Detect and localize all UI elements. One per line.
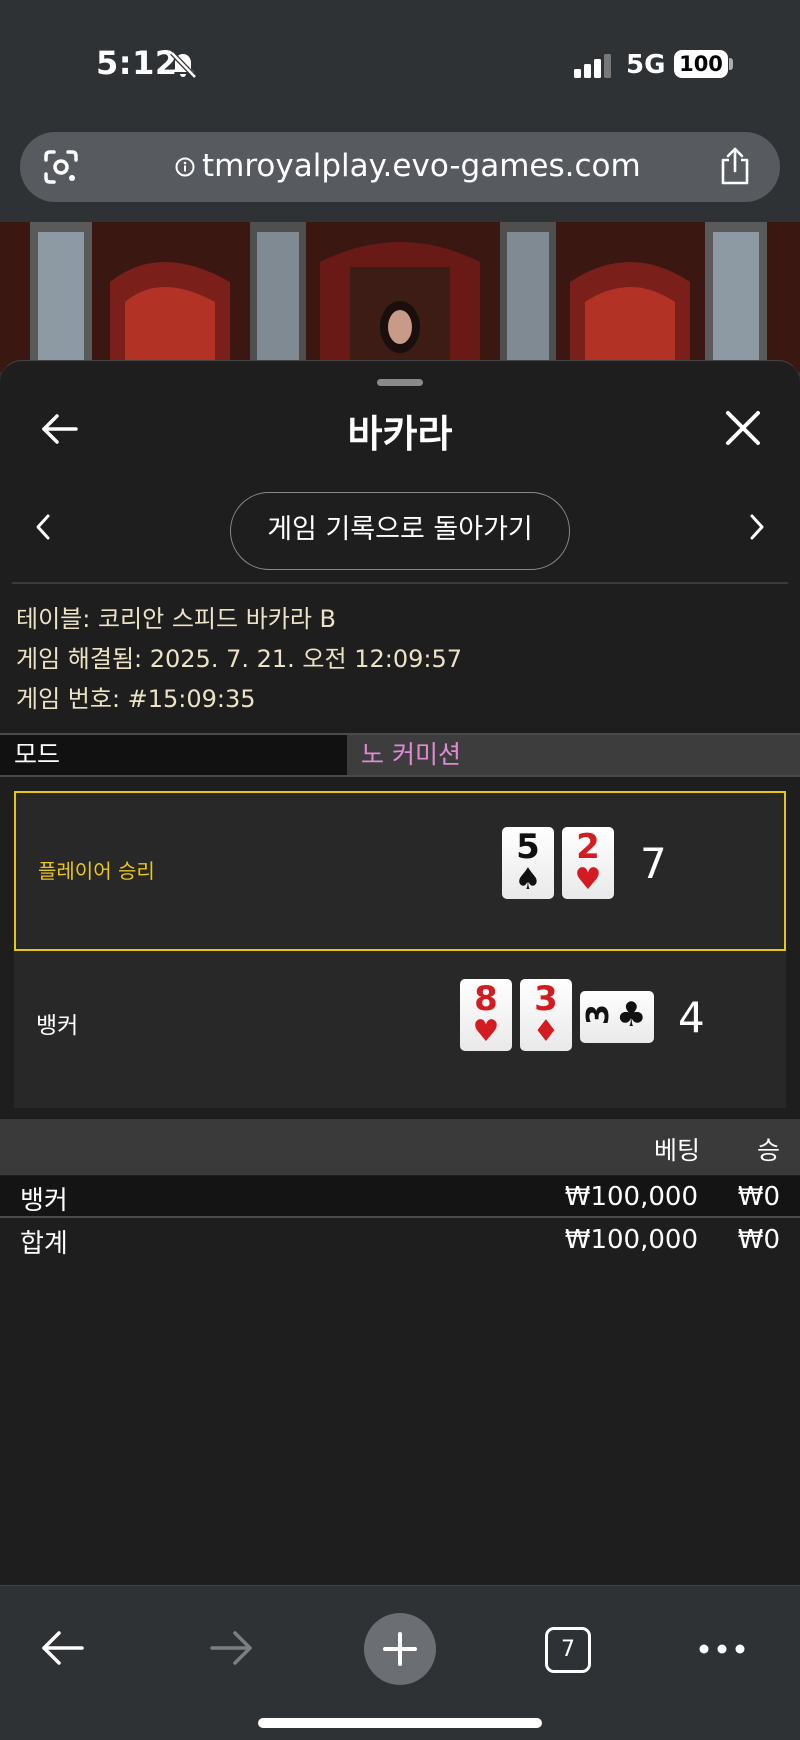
table-row-total: 합계 ₩100,000 ₩0 — [0, 1219, 800, 1261]
browser-toolbar: 7 — [0, 1585, 800, 1740]
game-detail-sheet: 바카라 게임 기록으로 돌아가기 테이블: 코리안 스피드 바카라 B 게임 해… — [0, 360, 800, 1585]
banker-card-3: 3 ♣ — [580, 991, 654, 1043]
bell-muted-icon — [170, 51, 197, 79]
player-win-label: 플레이어 승리 — [38, 859, 155, 883]
close-icon[interactable] — [724, 409, 762, 447]
resolved-time: 게임 해결됨: 2025. 7. 21. 오전 12:09:57 — [16, 645, 462, 673]
card-rank: 2 — [576, 827, 600, 867]
card-rank: 8 — [474, 979, 498, 1019]
screen: 5:12 5G 100 tmroyalplay.evo-games.com 바카… — [0, 0, 800, 1740]
home-indicator[interactable] — [258, 1718, 542, 1728]
bets-header: 베팅 승 — [0, 1119, 800, 1175]
player-total: 7 — [640, 839, 667, 888]
site-info-icon[interactable] — [175, 157, 195, 177]
player-card-1: 5 ♠ — [502, 827, 554, 899]
win-amount: ₩0 — [737, 1225, 780, 1255]
banker-card-2: 3 ♦ — [520, 979, 572, 1051]
status-bar: 5:12 5G 100 — [0, 0, 800, 125]
bet-column-header: 베팅 — [653, 1136, 700, 1165]
player-result-row: 플레이어 승리 5 ♠ 2 ♥ 7 — [14, 791, 786, 951]
banker-total: 4 — [678, 993, 705, 1042]
new-tab-button[interactable] — [364, 1613, 436, 1685]
network-label: 5G — [626, 50, 666, 80]
mode-value: 노 커미션 — [347, 735, 800, 775]
mode-label: 모드 — [0, 735, 347, 775]
previous-game-chevron-icon[interactable] — [30, 511, 56, 543]
bet-amount: ₩100,000 — [564, 1225, 698, 1255]
browser-back-icon[interactable] — [40, 1628, 86, 1668]
tab-switcher-button[interactable]: 7 — [545, 1627, 591, 1673]
bet-name: 뱅커 — [20, 1186, 68, 1216]
player-card-2: 2 ♥ — [562, 827, 614, 899]
status-time: 5:12 — [96, 44, 178, 82]
table-name: 테이블: 코리안 스피드 바카라 B — [16, 605, 337, 633]
table-row: 뱅커 ₩100,000 ₩0 — [0, 1176, 800, 1218]
next-game-chevron-icon[interactable] — [744, 511, 770, 543]
signal-icon — [574, 54, 611, 78]
win-column-header: 승 — [756, 1136, 780, 1165]
card-rank: 3 — [580, 1004, 616, 1025]
share-icon[interactable] — [717, 146, 753, 186]
diamond-icon: ♦ — [532, 1014, 560, 1049]
plus-icon — [383, 1632, 417, 1666]
back-to-history-button[interactable]: 게임 기록으로 돌아가기 — [230, 492, 570, 570]
battery-indicator: 100 — [674, 50, 728, 78]
more-options-icon[interactable] — [698, 1642, 746, 1656]
win-amount: ₩0 — [737, 1182, 780, 1212]
address-bar[interactable]: tmroyalplay.evo-games.com — [20, 132, 780, 202]
card-rank: 5 — [516, 827, 540, 867]
game-number: 게임 번호: #15:09:35 — [16, 685, 256, 713]
divider — [12, 582, 788, 584]
game-info: 테이블: 코리안 스피드 바카라 B 게임 해결됨: 2025. 7. 21. … — [16, 599, 462, 719]
heart-icon: ♥ — [472, 1014, 500, 1049]
browser-forward-icon[interactable] — [208, 1628, 254, 1668]
battery-tip — [729, 58, 733, 70]
google-lens-icon[interactable] — [42, 148, 80, 186]
result-panel: 플레이어 승리 5 ♠ 2 ♥ 7 뱅커 8 ♥ 3 ♦ 3 ♣ 4 — [14, 791, 786, 1108]
spade-icon: ♠ — [514, 862, 542, 897]
club-icon: ♣ — [616, 995, 647, 1035]
card-rank: 3 — [534, 979, 558, 1019]
url-text[interactable]: tmroyalplay.evo-games.com — [202, 148, 641, 184]
banker-label: 뱅커 — [36, 1013, 79, 1039]
bet-name: 합계 — [20, 1229, 68, 1259]
mode-row: 모드 노 커미션 — [0, 733, 800, 777]
heart-icon: ♥ — [574, 862, 602, 897]
banker-card-1: 8 ♥ — [460, 979, 512, 1051]
live-video-feed — [0, 222, 800, 372]
bet-amount: ₩100,000 — [564, 1182, 698, 1212]
sheet-grabber[interactable] — [377, 379, 423, 386]
sheet-title: 바카라 — [347, 412, 453, 456]
